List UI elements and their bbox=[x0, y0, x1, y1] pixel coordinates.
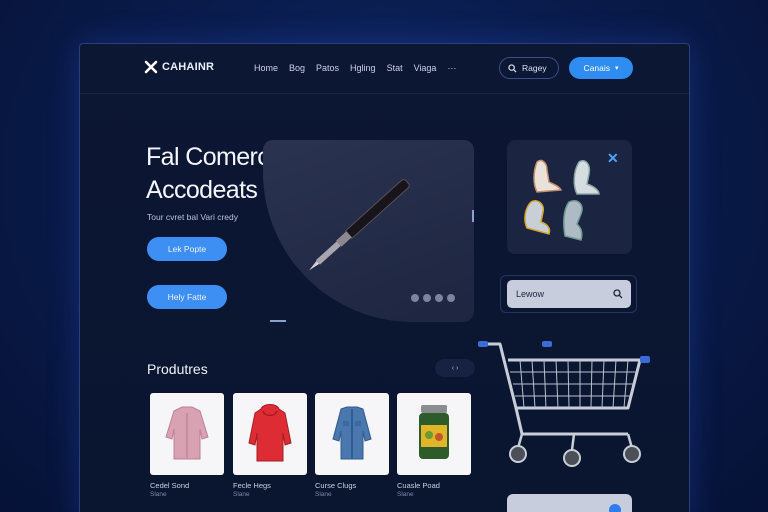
hero-secondary-button[interactable]: Hely Fatte bbox=[147, 285, 227, 309]
nav-item-patos[interactable]: Patos bbox=[316, 63, 339, 73]
notification-dot bbox=[609, 504, 621, 512]
product-name: Curse Clugs bbox=[315, 481, 357, 490]
denim-jacket-image bbox=[332, 406, 372, 460]
search-icon[interactable] bbox=[613, 289, 623, 299]
brand-x-icon bbox=[144, 60, 158, 74]
nav-item-hgling[interactable]: Hgling bbox=[350, 63, 376, 73]
nav-item-stat[interactable]: Stat bbox=[387, 63, 403, 73]
product-card[interactable] bbox=[150, 393, 224, 475]
side-search-value: Lewow bbox=[516, 289, 545, 299]
hero-underline-indicator bbox=[270, 320, 286, 322]
product-name: Cedel Sond bbox=[150, 481, 190, 490]
close-icon[interactable]: ✕ bbox=[607, 150, 619, 167]
shopping-cart-icon bbox=[478, 341, 650, 467]
brand-logo[interactable]: CAHAINR bbox=[144, 60, 214, 74]
main-nav: Home Bog Patos Hgling Stat Viaga ··· bbox=[254, 63, 456, 73]
side-search-input[interactable]: Lewow bbox=[507, 280, 631, 308]
hero-primary-button[interactable]: Lek Popte bbox=[147, 237, 227, 261]
carousel-dots[interactable] bbox=[411, 294, 455, 302]
jar-image bbox=[419, 405, 449, 459]
product-card[interactable] bbox=[233, 393, 307, 475]
products-pager[interactable]: ‹ › bbox=[435, 359, 475, 377]
product-name: Cuasle Poad bbox=[397, 481, 440, 490]
nav-item-viaga[interactable]: Viaga bbox=[414, 63, 437, 73]
product-price: Slane bbox=[233, 491, 250, 498]
top-navigation-bar: CAHAINR Home Bog Patos Hgling Stat Viaga… bbox=[80, 44, 689, 94]
product-price: Slane bbox=[315, 491, 332, 498]
chevron-down-icon: ▾ bbox=[614, 65, 619, 72]
header-cta-label: Canais bbox=[583, 63, 610, 73]
header-search-label: Ragey bbox=[522, 63, 547, 73]
product-name: Fecle Hegs bbox=[233, 481, 271, 490]
sweater-image bbox=[165, 406, 209, 460]
carousel-dot[interactable] bbox=[423, 294, 431, 302]
carousel-dot[interactable] bbox=[447, 294, 455, 302]
hoodie-image bbox=[248, 404, 292, 462]
brand-name: CAHAINR bbox=[162, 61, 215, 73]
carousel-dot[interactable] bbox=[435, 294, 443, 302]
search-icon bbox=[508, 63, 517, 73]
product-card[interactable] bbox=[315, 393, 389, 475]
nav-more[interactable]: ··· bbox=[447, 63, 456, 73]
product-price: Slane bbox=[397, 491, 414, 498]
hero-subtitle: Tour cvret bal Vari credy bbox=[147, 212, 239, 222]
carousel-side-indicator bbox=[472, 210, 474, 222]
product-price: Slane bbox=[150, 491, 167, 498]
hero-product-card bbox=[263, 140, 474, 322]
header-search-button[interactable]: Ragey bbox=[499, 57, 559, 79]
product-card[interactable] bbox=[397, 393, 471, 475]
nav-item-home[interactable]: Home bbox=[254, 63, 278, 73]
header-cta-button[interactable]: Canais ▾ bbox=[569, 57, 633, 79]
nav-item-blog[interactable]: Bog bbox=[289, 63, 305, 73]
products-section-title: Produtres bbox=[147, 361, 208, 377]
carousel-dot[interactable] bbox=[411, 294, 419, 302]
